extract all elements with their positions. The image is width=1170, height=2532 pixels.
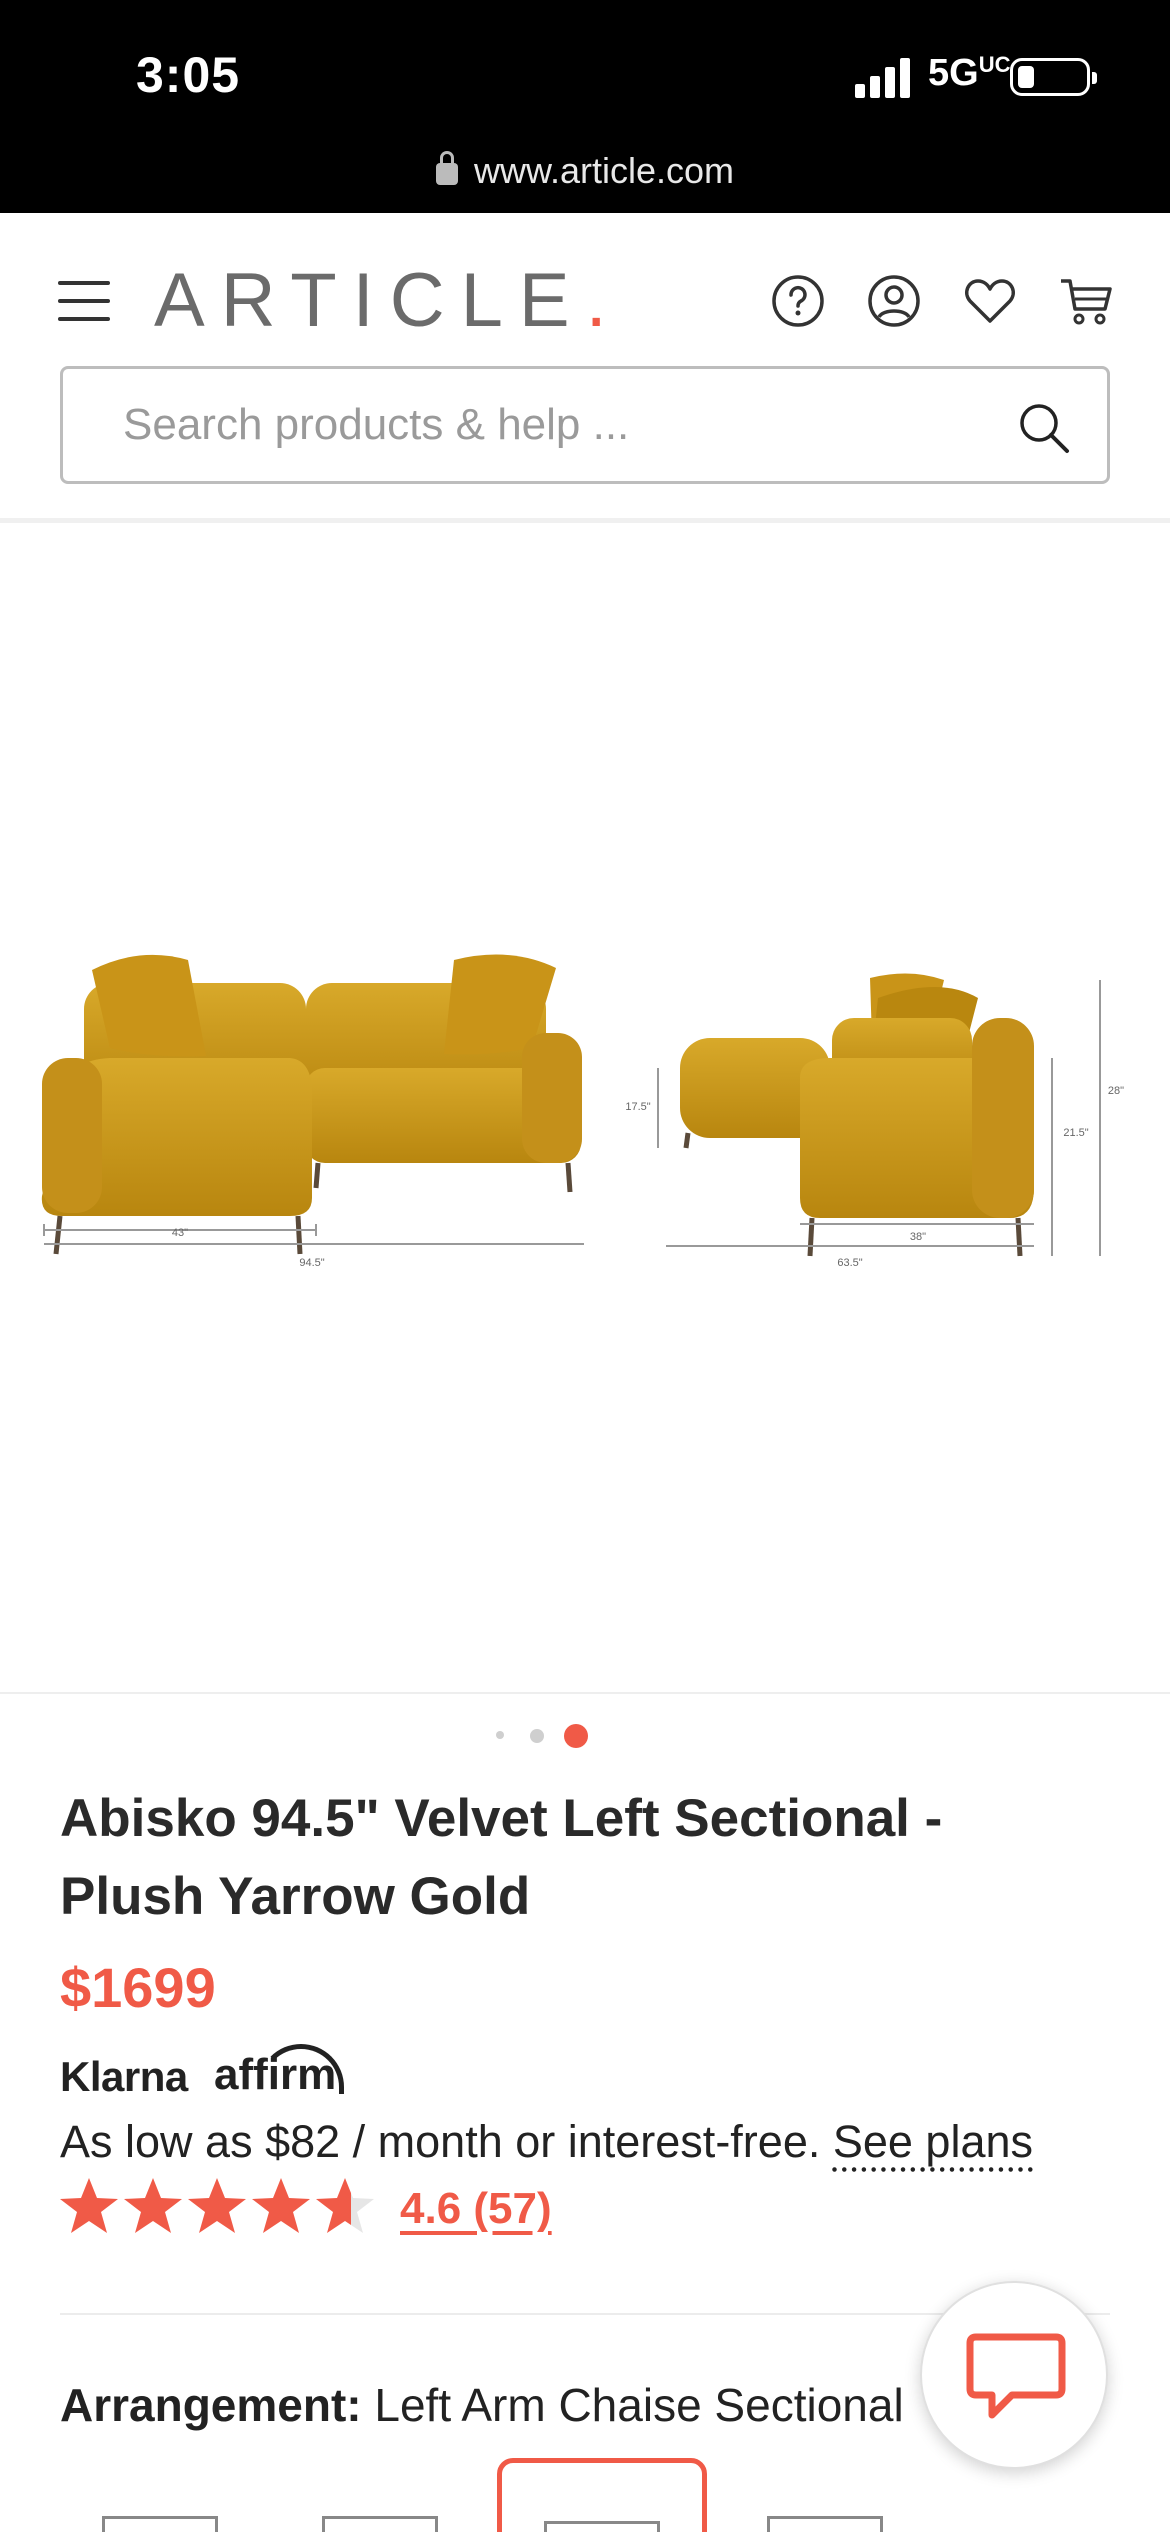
status-time: 3:05: [136, 47, 241, 103]
product-rating: 4.6 (57): [58, 2172, 858, 2242]
arrangement-option[interactable]: [275, 2458, 485, 2532]
affirm-logo: affirm: [214, 2050, 337, 2099]
cellular-signal-icon: [855, 58, 910, 98]
arrangement-value: Left Arm Chaise Sectional: [374, 2379, 904, 2431]
see-plans-link[interactable]: See plans: [833, 2116, 1033, 2167]
reviews-link[interactable]: 4.6 (57): [400, 2184, 552, 2234]
help-icon[interactable]: [770, 273, 826, 329]
arrangement-option[interactable]: [720, 2458, 930, 2532]
url-bar[interactable]: www.article.com: [0, 150, 1170, 192]
search-input[interactable]: Search products & help ...: [60, 366, 1110, 484]
arrangement-label: Arrangement: Left Arm Chaise Sectional: [60, 2379, 904, 2431]
search-placeholder: Search products & help ...: [123, 400, 630, 449]
sofa-side-view: 17.5" 21.5" 28" 38" 63.5": [625, 973, 1124, 1269]
url-text: www.article.com: [473, 150, 735, 191]
dim-chaise-width: 43": [172, 1227, 188, 1239]
klarna-logo: Klarna: [60, 2053, 188, 2100]
sofa-dimension-image: 43" 94.5" 17.5" 21.5" 28" 38" 63.5": [41, 954, 1124, 1269]
chat-button[interactable]: [920, 2281, 1108, 2469]
menu-icon[interactable]: [58, 281, 110, 325]
heart-icon[interactable]: [962, 273, 1018, 329]
battery-icon: [1010, 58, 1097, 96]
status-bar: 3:05 5GUC www.article.com: [0, 0, 1170, 213]
sofa-front-view: 43" 94.5": [41, 954, 584, 1269]
chat-icon: [966, 2333, 1066, 2419]
site-header: ARTICLE. Search products & help ...: [0, 213, 1170, 523]
account-icon[interactable]: [866, 273, 922, 329]
dim-chaise-depth: 38": [910, 1231, 926, 1243]
product-title: Abisko 94.5" Velvet Left Sectional - Plu…: [60, 1789, 943, 1926]
star-icon: [60, 2178, 118, 2233]
dim-total-width: 94.5": [299, 1257, 324, 1269]
star-half-icon: [316, 2178, 374, 2233]
network-type: 5GUC: [928, 52, 1011, 94]
pagination-dot[interactable]: [496, 1731, 504, 1739]
search-icon[interactable]: [1017, 401, 1071, 455]
product-price: $1699: [60, 1956, 216, 2019]
arrangement-option-selected[interactable]: [497, 2458, 707, 2532]
product-image-gallery[interactable]: 43" 94.5" 17.5" 21.5" 28" 38" 63.5": [0, 528, 1170, 1694]
star-icon: [124, 2178, 182, 2233]
dim-total-height: 28": [1108, 1085, 1124, 1097]
pagination-dot-active[interactable]: [564, 1724, 588, 1748]
star-icon: [188, 2178, 246, 2233]
arrangement-option[interactable]: [55, 2458, 265, 2532]
dim-depth: 63.5": [837, 1257, 862, 1269]
gallery-pagination: [0, 1720, 1170, 1750]
star-icon: [252, 2178, 310, 2233]
dim-seat-height: 17.5": [625, 1101, 650, 1113]
logo[interactable]: ARTICLE.: [154, 257, 607, 344]
rating-stars: [60, 2178, 374, 2233]
cart-icon[interactable]: [1058, 273, 1114, 329]
pagination-dot[interactable]: [530, 1729, 544, 1743]
dim-arm-height: 21.5": [1063, 1127, 1088, 1139]
lock-icon: [435, 151, 458, 185]
financing-text: As low as $82 / month or interest-free. …: [60, 2116, 1034, 2167]
